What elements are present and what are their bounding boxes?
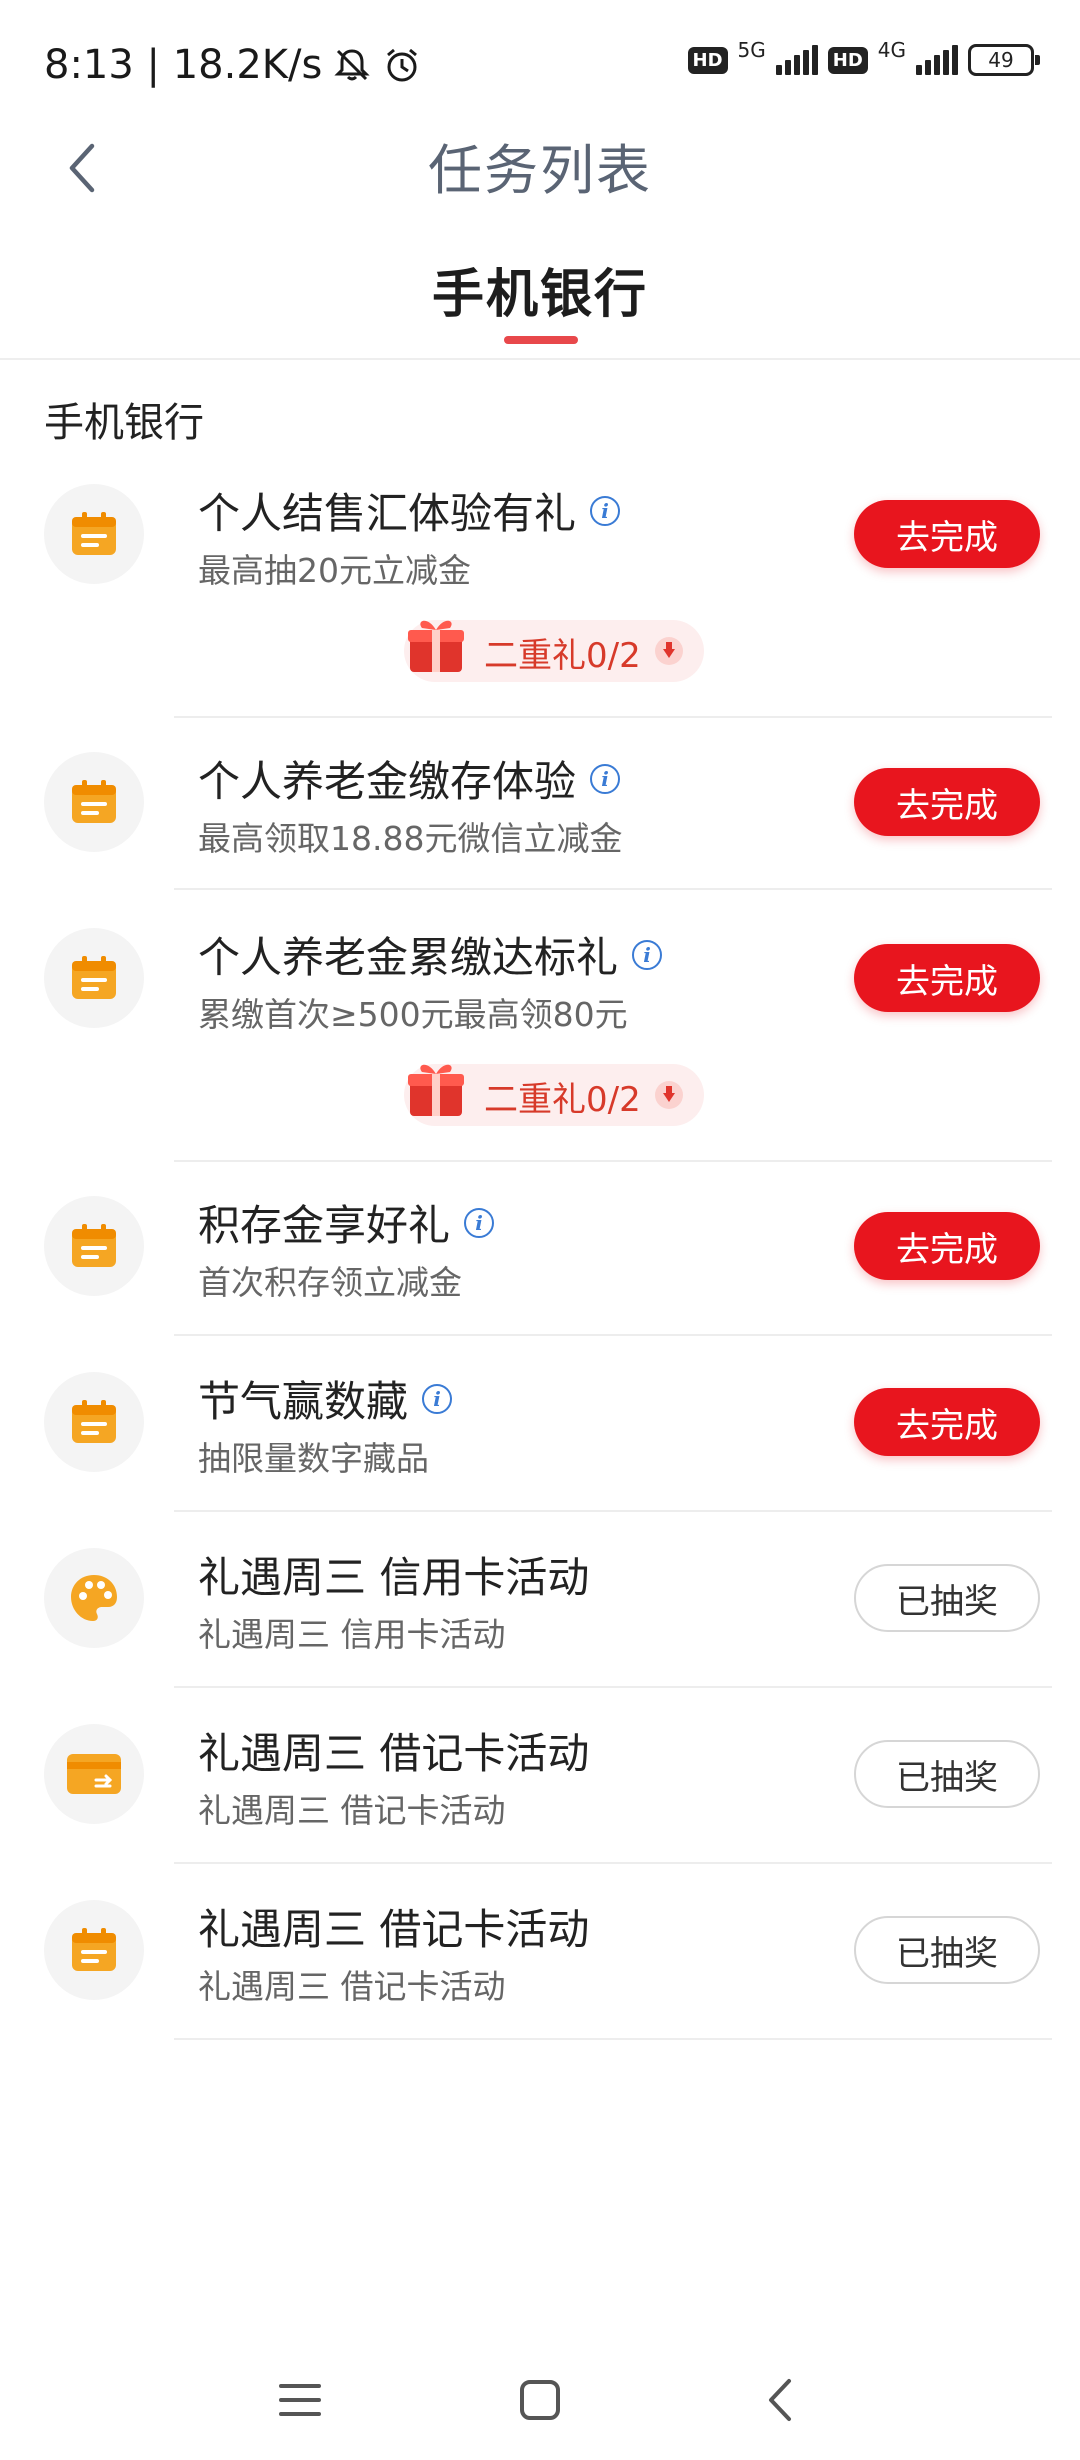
calendar-icon: [72, 780, 116, 823]
network-type-2: 4G: [877, 38, 906, 62]
row-divider: [174, 1686, 1052, 1688]
info-icon[interactable]: i: [464, 1207, 495, 1238]
task-icon-container: [44, 928, 144, 1028]
row-divider: [174, 716, 1052, 718]
tab-active-indicator: [504, 336, 578, 344]
time-and-speed: 8:13 | 18.2K/s: [44, 42, 323, 88]
menu-button[interactable]: [270, 2370, 330, 2430]
tab-mobile-banking[interactable]: 手机银行: [0, 252, 1080, 344]
section-title: 手机银行: [44, 400, 204, 446]
status-right: HD 5G HD 4G 49: [687, 38, 1040, 76]
lottery-done-button[interactable]: 已抽奖: [854, 1916, 1040, 1984]
task-subtitle: 礼遇周三 借记卡活动: [198, 1791, 506, 1830]
home-square-icon: [520, 2380, 560, 2420]
hd-badge-1: HD: [687, 46, 728, 74]
task-subtitle: 礼遇周三 借记卡活动: [198, 1967, 506, 2006]
row-divider: [174, 1862, 1052, 1864]
calendar-icon: [72, 512, 116, 555]
task-icon-container: [44, 1372, 144, 1472]
complete-task-button[interactable]: 去完成: [854, 768, 1040, 836]
info-icon[interactable]: i: [590, 495, 621, 526]
tab-label: 手机银行: [431, 265, 648, 325]
task-title: 积存金享好礼: [198, 1201, 451, 1250]
task-title: 个人结售汇体验有礼: [198, 489, 577, 538]
row-divider: [174, 2038, 1052, 2040]
arrow-down-icon: [655, 1081, 683, 1109]
task-title: 礼遇周三 借记卡活动: [198, 1905, 590, 1954]
task-title: 节气赢数藏: [198, 1377, 409, 1426]
task-subtitle: 抽限量数字藏品: [198, 1439, 429, 1478]
task-title: 礼遇周三 信用卡活动: [198, 1553, 590, 1602]
mute-bell-icon: [334, 49, 370, 81]
lottery-done-button[interactable]: 已抽奖: [854, 1740, 1040, 1808]
task-subtitle: 最高领取18.88元微信立减金: [198, 819, 623, 858]
calendar-icon: [72, 1928, 116, 1971]
task-subtitle: 最高抽20元立减金: [198, 551, 471, 590]
complete-task-button[interactable]: 去完成: [854, 500, 1040, 568]
divider: [0, 358, 1080, 360]
network-type-1: 5G: [737, 38, 766, 62]
row-divider: [174, 888, 1052, 890]
row-divider: [174, 1160, 1052, 1162]
home-button[interactable]: [510, 2370, 570, 2430]
hd-badge-2: HD: [827, 46, 868, 74]
task-icon-container: [44, 752, 144, 852]
task-title: 个人养老金累缴达标礼: [198, 933, 619, 982]
bonus-label: 二重礼0/2: [484, 636, 641, 676]
menu-icon: [279, 2384, 321, 2416]
row-divider: [174, 1334, 1052, 1336]
task-title: 个人养老金缴存体验: [198, 757, 577, 806]
info-icon[interactable]: i: [422, 1383, 453, 1414]
bonus-gift-badge[interactable]: 二重礼0/2: [404, 620, 704, 682]
page-title: 任务列表: [428, 139, 652, 202]
row-divider: [174, 1510, 1052, 1512]
bonus-gift-badge[interactable]: 二重礼0/2: [404, 1064, 704, 1126]
bonus-label: 二重礼0/2: [484, 1080, 641, 1120]
task-icon-container: [44, 1196, 144, 1296]
system-nav-bar: [0, 2330, 1080, 2460]
calendar-icon: [72, 1400, 116, 1443]
signal-icon-1: [775, 45, 818, 75]
palette-icon: [71, 1575, 117, 1621]
info-icon[interactable]: i: [632, 939, 663, 970]
complete-task-button[interactable]: 去完成: [854, 944, 1040, 1012]
arrow-down-icon: [655, 637, 683, 665]
task-subtitle: 累缴首次≥500元最高领80元: [198, 995, 628, 1034]
task-icon-container: [44, 484, 144, 584]
gift-icon: [408, 620, 464, 672]
task-title: 礼遇周三 借记卡活动: [198, 1729, 590, 1778]
task-subtitle: 礼遇周三 信用卡活动: [198, 1615, 506, 1654]
task-icon-container: [44, 1724, 144, 1824]
signal-icon-2: [916, 45, 958, 75]
complete-task-button[interactable]: 去完成: [854, 1388, 1040, 1456]
task-icon-container: [44, 1548, 144, 1648]
status-bar: 8:13 | 18.2K/s HD 5G HD 4G 49: [0, 0, 1080, 130]
system-back-button[interactable]: [750, 2370, 810, 2430]
lottery-done-button[interactable]: 已抽奖: [854, 1564, 1040, 1632]
battery-icon: 49: [968, 44, 1040, 76]
status-left: 8:13 | 18.2K/s: [44, 42, 422, 88]
complete-task-button[interactable]: 去完成: [854, 1212, 1040, 1280]
task-subtitle: 首次积存领立减金: [198, 1263, 462, 1302]
alarm-icon: [387, 48, 418, 82]
card-icon: [67, 1754, 121, 1794]
info-icon[interactable]: i: [590, 763, 621, 794]
battery-level: 49: [988, 48, 1014, 72]
back-arrow-icon: [769, 2379, 791, 2421]
calendar-icon: [72, 1224, 116, 1267]
task-icon-container: [44, 1900, 144, 2000]
calendar-icon: [72, 956, 116, 999]
gift-icon: [408, 1064, 464, 1116]
